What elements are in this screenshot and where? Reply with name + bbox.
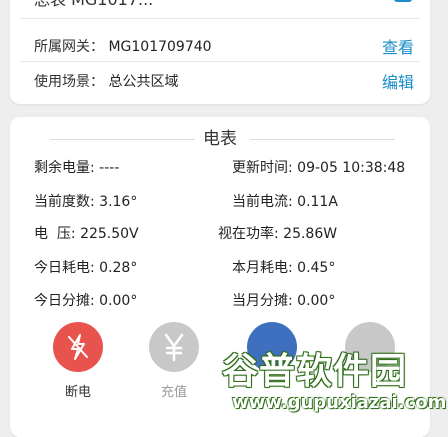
cut-power-button[interactable]: 断电 bbox=[52, 322, 104, 400]
gateway-row: 所属网关： MG101709740 bbox=[34, 36, 212, 56]
meter-section-title: 电表 bbox=[203, 129, 237, 149]
apparent-power: 视在功率: 25.86W bbox=[218, 226, 338, 242]
update-time: 更新时间: 09-05 10:38:48 bbox=[232, 160, 406, 176]
cut-power-label: 断电 bbox=[64, 385, 91, 400]
remaining-power: 剩余电量: ---- bbox=[34, 160, 120, 176]
gateway-label: 所属网关： bbox=[34, 39, 104, 55]
watermark: 谷普软件园 www.gupuxiazai.com bbox=[222, 340, 448, 420]
gateway-value: MG101709740 bbox=[108, 39, 212, 55]
today-share: 今日分摊: 0.00° bbox=[34, 293, 138, 309]
yuan-icon[interactable] bbox=[149, 322, 199, 372]
divider bbox=[20, 61, 420, 62]
recharge-label: 充值 bbox=[160, 385, 187, 400]
gateway-card: 总表 MG1017... 所属网关： MG101709740 查看 使用场景： … bbox=[10, 0, 430, 104]
recharge-button[interactable]: 充值 bbox=[148, 322, 200, 400]
scene-row: 使用场景： 总公共区域 bbox=[34, 71, 178, 91]
section-line-right bbox=[250, 139, 395, 140]
watermark-url: www.gupuxiazai.com bbox=[232, 392, 447, 413]
view-gateway-link[interactable]: 查看 bbox=[382, 34, 414, 58]
scene-value: 总公共区域 bbox=[108, 74, 179, 90]
scene-label: 使用场景： bbox=[34, 74, 104, 90]
voltage: 电 压: 225.50V bbox=[34, 226, 139, 242]
edit-icon[interactable] bbox=[394, 0, 412, 2]
today-usage: 今日耗电: 0.28° bbox=[34, 260, 138, 276]
divider bbox=[20, 18, 420, 19]
current-reading: 当前度数: 3.16° bbox=[34, 194, 138, 210]
month-share: 当月分摊: 0.00° bbox=[232, 293, 336, 309]
meter-name: 总表 MG1017... bbox=[34, 0, 153, 10]
cut-power-icon[interactable] bbox=[53, 322, 103, 372]
month-usage: 本月耗电: 0.45° bbox=[232, 260, 336, 276]
watermark-logo-text: 谷普软件园 bbox=[222, 351, 408, 392]
edit-scene-link[interactable]: 编辑 bbox=[382, 69, 414, 93]
current-amperage: 当前电流: 0.11A bbox=[232, 194, 338, 210]
